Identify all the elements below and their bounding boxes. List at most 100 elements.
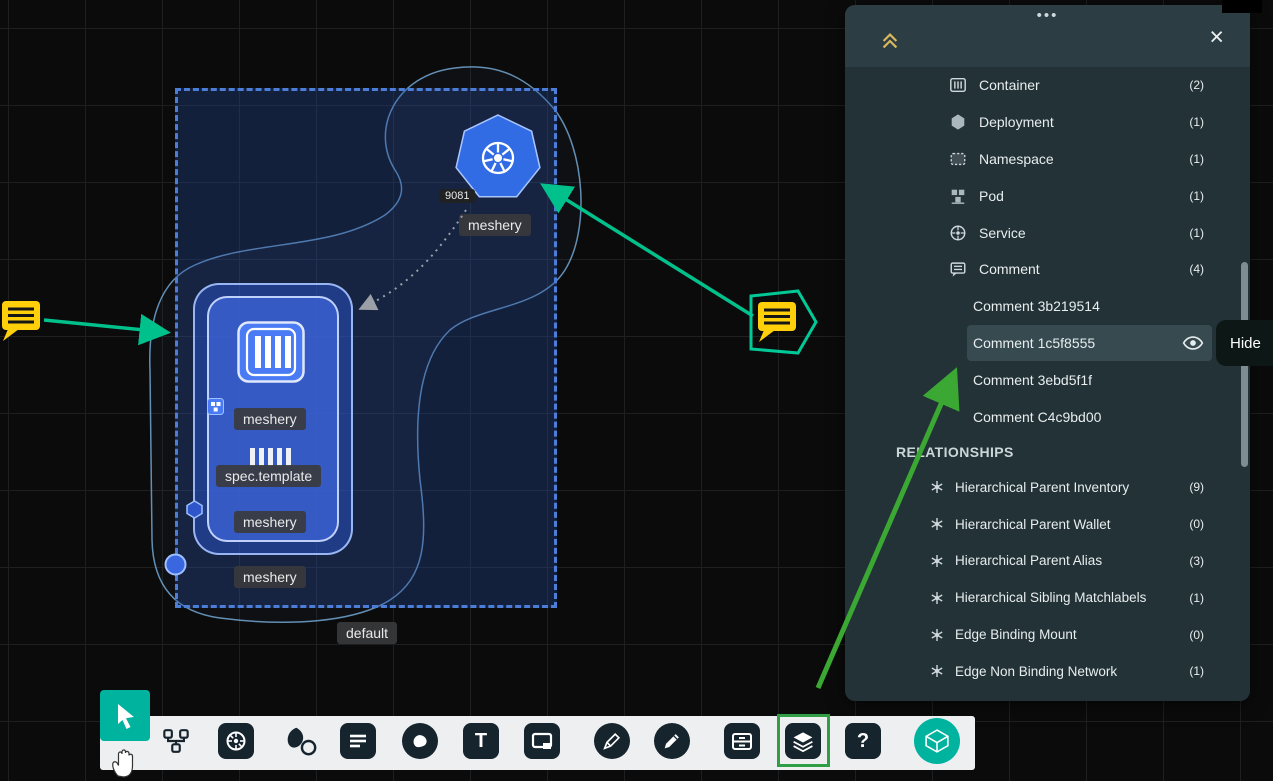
relationship-row[interactable]: Hierarchical Sibling Matchlabels (1) [845, 579, 1250, 616]
relationship-label: Hierarchical Parent Alias [955, 553, 1102, 568]
namespace-label: default [337, 622, 397, 644]
cursor-icon [112, 702, 138, 730]
service-icon [948, 223, 968, 243]
component-row-pod[interactable]: Pod (1) [845, 177, 1250, 214]
frame-tool[interactable] [524, 723, 560, 759]
hide-tooltip: Hide [1216, 320, 1273, 366]
component-row-namespace[interactable]: Namespace (1) [845, 141, 1250, 178]
meshery-button[interactable] [914, 718, 960, 764]
cursor-tool[interactable] [100, 690, 150, 741]
relationship-row[interactable]: Edge Binding Mount (0) [845, 616, 1250, 653]
component-count: (1) [1189, 226, 1204, 240]
pencil-tool[interactable] [654, 723, 690, 759]
help-tool-glyph: ? [857, 730, 869, 753]
relationship-row[interactable]: Hierarchical Parent Wallet (0) [845, 506, 1250, 543]
freeform-tool[interactable] [402, 723, 438, 759]
comment-icon [948, 259, 968, 279]
component-count: (1) [1189, 152, 1204, 166]
relationship-label: Hierarchical Parent Wallet [955, 517, 1111, 532]
relationship-count: (0) [1189, 517, 1204, 531]
component-row-container[interactable]: Container (2) [845, 67, 1250, 104]
comment-node-right[interactable] [756, 299, 802, 345]
drawer-tool[interactable] [724, 723, 760, 759]
pod-icon [948, 186, 968, 206]
component-count: (1) [1189, 115, 1204, 129]
component-row-comment[interactable]: Comment (4) [845, 251, 1250, 288]
component-count: (4) [1189, 262, 1204, 276]
comment-item-label: Comment 3ebd5f1f [973, 372, 1092, 388]
container-label: meshery [234, 408, 306, 430]
close-icon[interactable]: × [1209, 25, 1224, 50]
flow-icon [161, 726, 191, 756]
component-row-service[interactable]: Service (1) [845, 214, 1250, 251]
flow-tool[interactable] [158, 723, 194, 759]
component-label: Deployment [979, 114, 1054, 130]
relationship-icon [928, 552, 946, 570]
relationship-icon [928, 589, 946, 607]
spec-template-label: spec.template [216, 465, 321, 487]
port-badge: 9081 [439, 189, 475, 203]
wheel-hub [494, 154, 502, 162]
namespace-badge-icon[interactable] [164, 553, 187, 576]
container-node[interactable] [237, 321, 305, 383]
meshery-logo-icon [923, 727, 951, 755]
layers-icon [790, 728, 816, 754]
component-label: Comment [979, 261, 1040, 277]
pod-badge-icon[interactable] [207, 398, 224, 415]
pencil-icon [661, 730, 683, 752]
help-tool[interactable]: ? [845, 723, 881, 759]
relationship-count: (3) [1189, 554, 1204, 568]
frame-icon [530, 729, 554, 753]
component-label: Namespace [979, 151, 1054, 167]
component-row-deployment[interactable]: Deployment (1) [845, 104, 1250, 141]
layers-tool[interactable] [785, 723, 821, 759]
deployment-icon [948, 112, 968, 132]
comment-item[interactable]: Comment 3ebd5f1f [845, 361, 1250, 398]
relationship-count: (0) [1189, 628, 1204, 642]
comment-item-highlighted[interactable]: Comment 1c5f8555 [967, 325, 1212, 362]
pen-tool[interactable] [594, 723, 630, 759]
comment-item[interactable]: Comment 3b219514 [845, 288, 1250, 325]
component-label: Pod [979, 188, 1004, 204]
collapse-up-icon[interactable] [879, 30, 901, 52]
relationship-row[interactable]: Hierarchical Parent Inventory (9) [845, 469, 1250, 506]
comment-tool[interactable] [340, 723, 376, 759]
drawer-icon [730, 729, 754, 753]
elements-panel: ••• × Container (2) Deployment (1) [845, 5, 1250, 701]
component-label: Service [979, 225, 1026, 241]
relationship-label: Edge Binding Mount [955, 627, 1077, 642]
comment-item[interactable]: Comment C4c9bd00 [845, 398, 1250, 435]
drag-handle-icon[interactable]: ••• [845, 7, 1250, 24]
text-tool-glyph: T [475, 730, 487, 753]
kubernetes-icon [223, 728, 249, 754]
container-icon [948, 75, 968, 95]
relationship-row[interactable]: Hierarchical Parent Alias (3) [845, 543, 1250, 580]
eye-icon[interactable] [1182, 332, 1204, 354]
text-tool[interactable]: T [463, 723, 499, 759]
comment-item-label: Comment C4c9bd00 [973, 409, 1101, 425]
browser-chrome-fragment [1222, 0, 1262, 13]
service-label: meshery [459, 214, 531, 236]
component-count: (1) [1189, 189, 1204, 203]
relationship-icon [928, 478, 946, 496]
comment-item-label: Comment 1c5f8555 [973, 335, 1095, 351]
relationship-icon [928, 515, 946, 533]
namespace-icon [948, 149, 968, 169]
shapes-icon [284, 724, 318, 758]
shapes-tool[interactable] [283, 723, 319, 759]
relationships-header: RELATIONSHIPS [845, 435, 1250, 469]
comment-tool-icon [346, 729, 370, 753]
relationship-icon [928, 626, 946, 644]
relationship-label: Hierarchical Parent Inventory [955, 480, 1129, 495]
relationship-count: (1) [1189, 664, 1204, 678]
relationship-icon [928, 662, 946, 680]
relationship-row[interactable]: Edge Non Binding Network (1) [845, 653, 1250, 690]
relationship-count: (1) [1189, 591, 1204, 605]
relationship-count: (9) [1189, 480, 1204, 494]
container-icon [237, 321, 305, 383]
comment-node-left[interactable] [0, 298, 46, 344]
kubernetes-tool[interactable] [218, 723, 254, 759]
panel-header: ••• × [845, 5, 1250, 67]
deployment-badge-icon[interactable] [185, 500, 204, 519]
relationship-label: Edge Non Binding Network [955, 664, 1117, 679]
